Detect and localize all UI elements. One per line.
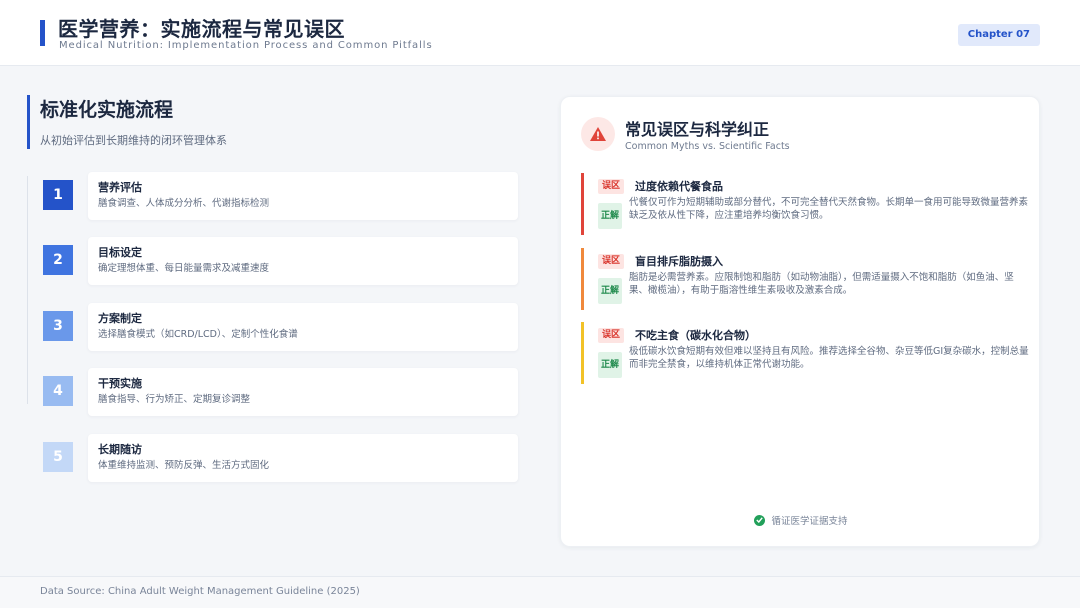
step-card: 方案制定 选择膳食模式（如CRD/LCD）、定制个性化食谱	[88, 303, 518, 351]
myth-tag: 误区	[598, 179, 625, 194]
warning-icon	[581, 117, 615, 151]
fact-tag: 正解	[598, 203, 622, 229]
step-title: 营养评估	[98, 181, 142, 194]
chapter-badge: Chapter 07	[957, 24, 1040, 46]
myth-title: 不吃主食（碳水化合物）	[635, 329, 756, 342]
step-number: 1	[43, 180, 73, 210]
page-title: 医学营养：实施流程与常见误区	[58, 17, 345, 41]
myths-subtitle: Common Myths vs. Scientific Facts	[625, 141, 790, 152]
evidence-note-text: 循证医学证据支持	[771, 516, 848, 527]
step-title: 长期随访	[98, 443, 142, 456]
process-step: 4 干预实施 膳食指导、行为矫正、定期复诊调整	[40, 368, 518, 416]
fact-tag: 正解	[598, 278, 622, 304]
step-number: 3	[43, 311, 73, 341]
process-step: 1 营养评估 膳食调查、人体成分分析、代谢指标检测	[40, 172, 518, 220]
myth-item: 误区 过度依赖代餐食品 正解 代餐仅可作为短期辅助或部分替代，不可完全替代天然食…	[581, 173, 1029, 235]
fact-text: 脂肪是必需营养素。应限制饱和脂肪（如动物油脂），但需适量摄入不饱和脂肪（如鱼油、…	[629, 272, 1014, 296]
step-title: 干预实施	[98, 377, 142, 390]
step-title: 方案制定	[98, 312, 142, 325]
evidence-note: 循证医学证据支持	[561, 513, 1041, 527]
step-card: 营养评估 膳食调查、人体成分分析、代谢指标检测	[88, 172, 518, 220]
step-card: 目标设定 确定理想体重、每日能量需求及减重速度	[88, 237, 518, 285]
step-desc: 选择膳食模式（如CRD/LCD）、定制个性化食谱	[98, 329, 298, 340]
fact-tag: 正解	[598, 352, 622, 378]
check-circle-icon	[754, 514, 766, 526]
step-card: 干预实施 膳食指导、行为矫正、定期复诊调整	[88, 368, 518, 416]
step-desc: 膳食指导、行为矫正、定期复诊调整	[98, 394, 251, 405]
myth-tag: 误区	[598, 254, 625, 269]
source-footer: Data Source: China Adult Weight Manageme…	[0, 576, 1080, 608]
myth-item: 误区 不吃主食（碳水化合物） 正解 极低碳水饮食短期有效但难以坚持且有风险。推荐…	[581, 322, 1029, 384]
step-number: 4	[43, 376, 73, 406]
timeline-line	[27, 176, 28, 404]
myth-title: 过度依赖代餐食品	[635, 180, 723, 193]
step-title: 目标设定	[98, 246, 142, 259]
step-desc: 膳食调查、人体成分分析、代谢指标检测	[98, 198, 270, 209]
section-accent-bar	[27, 95, 30, 149]
header: 医学营养：实施流程与常见误区 Medical Nutrition: Implem…	[0, 0, 1080, 66]
fact-text: 代餐仅可作为短期辅助或部分替代，不可完全替代天然食物。长期单一食用可能导致微量营…	[629, 197, 1029, 221]
process-step: 2 目标设定 确定理想体重、每日能量需求及减重速度	[40, 237, 518, 285]
process-step: 5 长期随访 体重维持监测、预防反弹、生活方式固化	[40, 434, 518, 482]
myth-accent-bar	[581, 173, 584, 235]
data-source: Data Source: China Adult Weight Manageme…	[40, 586, 360, 597]
myth-item: 误区 盲目排斥脂肪摄入 正解 脂肪是必需营养素。应限制饱和脂肪（如动物油脂），但…	[581, 248, 1027, 310]
page-subtitle: Medical Nutrition: Implementation Proces…	[59, 40, 433, 51]
fact-text: 极低碳水饮食短期有效但难以坚持且有风险。推荐选择全谷物、杂豆等低GI复杂碳水，控…	[629, 346, 1029, 370]
myth-tag: 误区	[598, 328, 625, 343]
step-number: 5	[43, 442, 73, 472]
myths-panel: 常见误区与科学纠正 Common Myths vs. Scientific Fa…	[560, 96, 1040, 547]
step-desc: 确定理想体重、每日能量需求及减重速度	[98, 263, 270, 274]
myths-title: 常见误区与科学纠正	[625, 120, 770, 139]
myth-accent-bar	[581, 322, 584, 384]
header-accent-bar	[40, 20, 45, 46]
process-subtitle: 从初始评估到长期维持的闭环管理体系	[40, 134, 227, 147]
myth-title: 盲目排斥脂肪摄入	[635, 255, 723, 268]
process-step: 3 方案制定 选择膳食模式（如CRD/LCD）、定制个性化食谱	[40, 303, 518, 351]
step-number: 2	[43, 245, 73, 275]
myth-accent-bar	[581, 248, 584, 310]
step-card: 长期随访 体重维持监测、预防反弹、生活方式固化	[88, 434, 518, 482]
step-desc: 体重维持监测、预防反弹、生活方式固化	[98, 460, 270, 471]
process-title: 标准化实施流程	[40, 99, 174, 121]
